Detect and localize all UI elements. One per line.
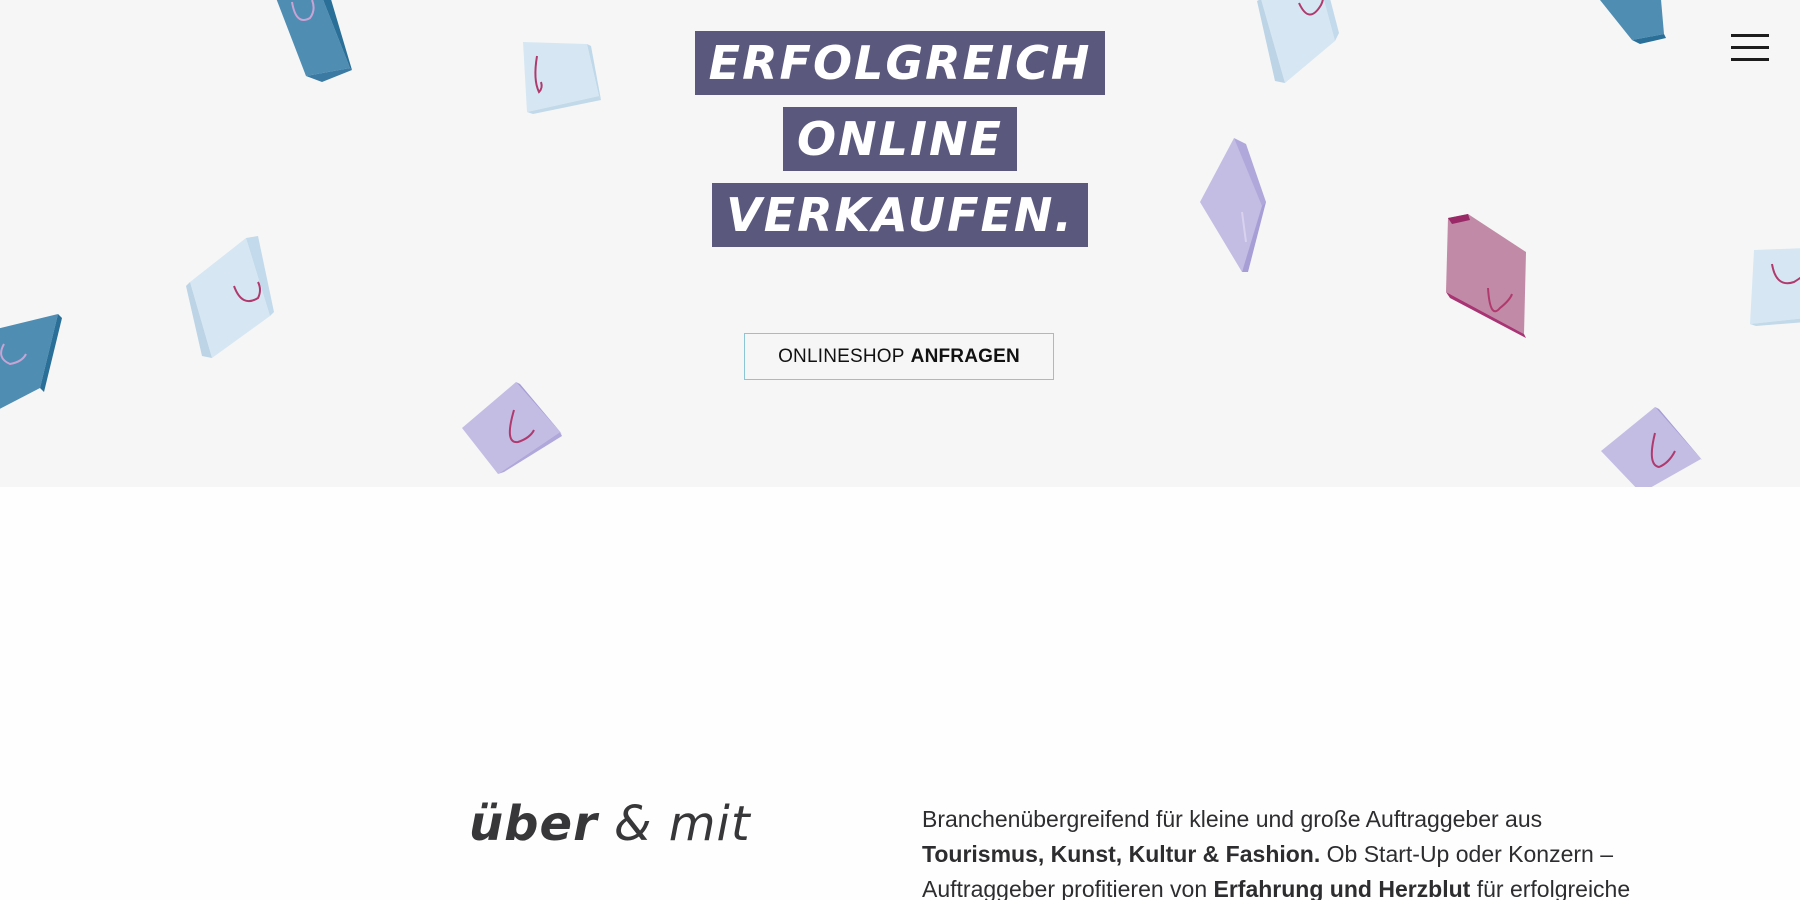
about-text: Branchenübergreifend für kleine und groß…	[922, 802, 1657, 900]
hero-section: ERFOLGREICH ONLINE VERKAUFEN. ONLINESHOP…	[0, 0, 1800, 487]
about-heading-bold: über	[469, 796, 598, 852]
about-text-bold-2: Erfahrung und Herzblut	[1213, 876, 1471, 900]
menu-bar-middle	[1731, 46, 1769, 49]
about-heading: über & mit	[469, 796, 751, 852]
about-text-bold-1: Tourismus, Kunst, Kultur & Fashion.	[922, 841, 1321, 867]
page: ERFOLGREICH ONLINE VERKAUFEN. ONLINESHOP…	[0, 0, 1800, 900]
onlineshop-anfragen-button[interactable]: ONLINESHOP ANFRAGEN	[744, 333, 1054, 380]
shopping-bag-lavender-icon	[462, 382, 562, 474]
cta-label-regular: ONLINESHOP	[778, 345, 905, 367]
about-heading-light: & mit	[614, 796, 751, 852]
cta-label-bold: ANFRAGEN	[910, 345, 1020, 367]
hamburger-menu-icon[interactable]	[1731, 34, 1771, 64]
shopping-bag-lavender-icon	[1601, 407, 1702, 487]
headline-line-2: ONLINE	[783, 107, 1017, 171]
shopping-bag-dark-blue-icon	[0, 314, 62, 409]
about-text-part-3: für erfolgreiche	[1470, 876, 1631, 900]
menu-bar-bottom	[1731, 58, 1769, 61]
hero-headline: ERFOLGREICH ONLINE VERKAUFEN.	[0, 31, 1800, 259]
headline-line-3: VERKAUFEN.	[712, 183, 1088, 247]
menu-bar-top	[1731, 34, 1769, 37]
about-text-part-1: Branchenübergreifend für kleine und groß…	[922, 806, 1543, 832]
headline-line-1: ERFOLGREICH	[694, 31, 1106, 95]
